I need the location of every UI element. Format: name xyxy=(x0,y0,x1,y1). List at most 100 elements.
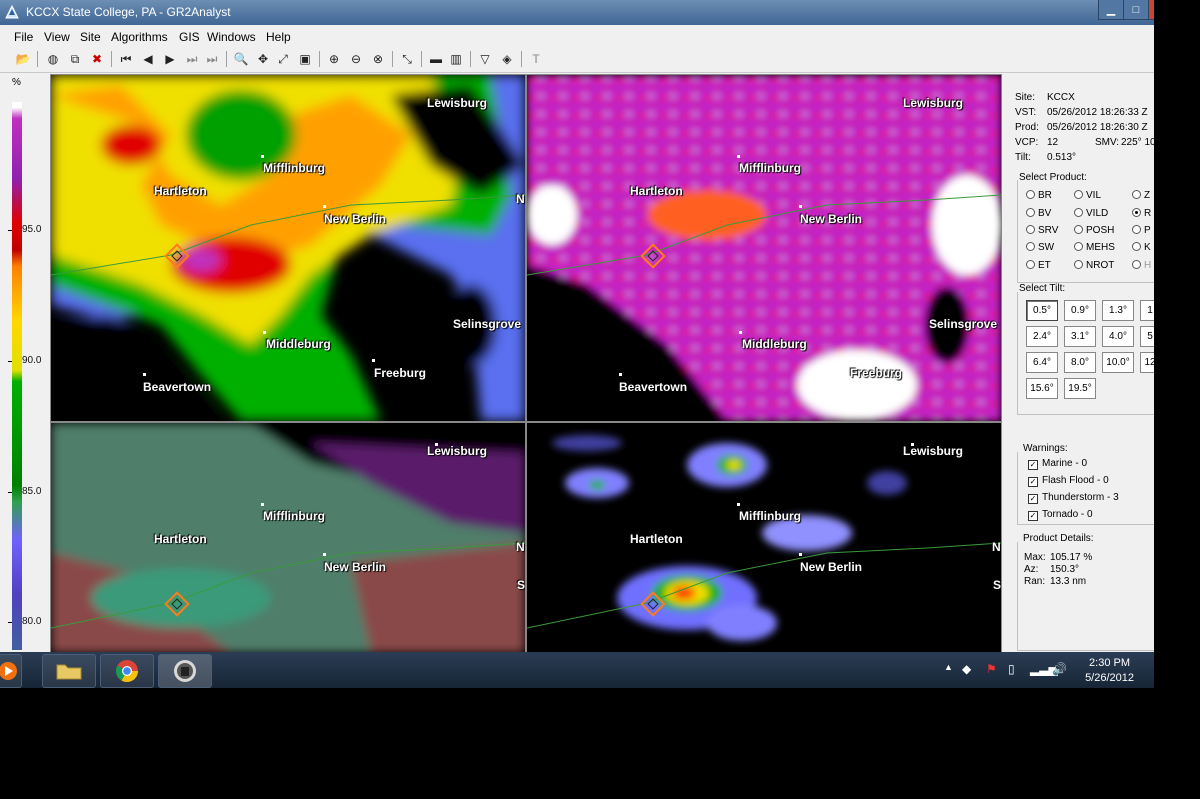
az-label: Az: xyxy=(1024,564,1039,575)
city-label-beavertown: Beavertown xyxy=(143,380,212,394)
tilt-button-0.5[interactable]: 0.5° xyxy=(1026,300,1058,321)
radar-panel-velocity[interactable]: Lewisburg Mifflinburg Hartleton New Berl… xyxy=(50,422,526,654)
city-label-middleburg: Middleburg xyxy=(266,337,331,351)
tilt-button-8.0[interactable]: 8.0° xyxy=(1064,352,1096,373)
tilt-button-3.1[interactable]: 3.1° xyxy=(1064,326,1096,347)
product-radio-sw[interactable]: SW xyxy=(1026,242,1054,253)
layers-icon[interactable]: ▣ xyxy=(296,50,314,68)
warning-filter-icon[interactable]: ▽ xyxy=(476,50,494,68)
tilt-button-1.3[interactable]: 1.3° xyxy=(1102,300,1134,321)
previous-frame-icon[interactable]: ◀ xyxy=(139,50,157,68)
product-radio-z[interactable]: Z xyxy=(1132,190,1150,201)
tilt-button-19.5[interactable]: 19.5° xyxy=(1064,378,1096,399)
menu-file[interactable]: File xyxy=(14,30,33,44)
menu-help[interactable]: Help xyxy=(266,30,291,44)
copy-icon[interactable]: ⧉ xyxy=(66,50,84,68)
zoom-icon[interactable]: 🔍 xyxy=(232,50,250,68)
menu-algorithms[interactable]: Algorithms xyxy=(111,30,168,44)
tray-action-center-icon[interactable]: ⚑ xyxy=(986,662,997,676)
city-label-mifflinburg: Mifflinburg xyxy=(263,161,325,175)
product-radio-vil[interactable]: VIL xyxy=(1074,190,1101,201)
window-title: KCCX State College, PA - GR2Analyst xyxy=(26,5,231,19)
folder-icon xyxy=(56,664,82,680)
single-pane-icon[interactable]: ▬ xyxy=(427,50,445,68)
product-radio-p[interactable]: P xyxy=(1132,225,1151,236)
tilt-button-6.4[interactable]: 6.4° xyxy=(1026,352,1058,373)
legend-tick: 90.0 xyxy=(22,355,42,366)
tray-volume-icon[interactable]: 🔊 xyxy=(1052,662,1067,676)
delete-layer-icon[interactable]: ✖ xyxy=(88,50,106,68)
vst-label: VST: xyxy=(1015,107,1037,118)
tilt-button-0.9[interactable]: 0.9° xyxy=(1064,300,1096,321)
minimize-button[interactable]: ▁ xyxy=(1098,0,1124,20)
tilt-button-4.0[interactable]: 4.0° xyxy=(1102,326,1134,347)
taskbar-explorer[interactable] xyxy=(42,654,96,688)
play-icon[interactable]: ▶ xyxy=(161,50,179,68)
tilt-button-5.1[interactable]: 5 xyxy=(1140,326,1154,347)
taskbar-clock[interactable]: 2:30 PM 5/26/2012 xyxy=(1085,656,1134,686)
tilt-button-1.8[interactable]: 1 xyxy=(1140,300,1154,321)
zoom-out-icon[interactable]: ⊖ xyxy=(347,50,365,68)
cursor-link-icon[interactable]: ⤡ xyxy=(398,50,416,68)
product-radio-vild[interactable]: VILD xyxy=(1074,208,1108,219)
taskbar-gr2analyst[interactable] xyxy=(158,654,212,688)
smv-label: SMV: xyxy=(1095,137,1120,148)
radar-panel-hail[interactable]: Lewisburg Mifflinburg Hartleton New Berl… xyxy=(526,422,1002,654)
split-pane-icon[interactable]: ▥ xyxy=(447,50,465,68)
radar-panel-reflectivity[interactable]: Lewisburg Mifflinburg Hartleton New Berl… xyxy=(50,74,526,422)
city-label-lewisburg: Lewisburg xyxy=(903,96,964,110)
product-radio-srv[interactable]: SRV xyxy=(1026,225,1058,236)
first-frame-icon[interactable]: ⏮ xyxy=(117,50,135,68)
menu-view[interactable]: View xyxy=(44,30,70,44)
maximize-button[interactable]: □ xyxy=(1123,0,1149,20)
warning-checkbox-marine[interactable]: ✓ Marine - 0 xyxy=(1028,458,1087,470)
product-radio-k[interactable]: K xyxy=(1132,242,1151,253)
product-radio-h[interactable]: H xyxy=(1132,260,1151,271)
tilt-button-15.6[interactable]: 15.6° xyxy=(1026,378,1058,399)
product-radio-br[interactable]: BR xyxy=(1026,190,1052,201)
tilt-button-12.5[interactable]: 12 xyxy=(1140,352,1154,373)
menu-site[interactable]: Site xyxy=(80,30,101,44)
last-frame-icon[interactable]: ⏭ xyxy=(203,50,221,68)
zoom-in-icon[interactable]: ⊕ xyxy=(325,50,343,68)
select-tilt-group: 0.5° 0.9° 1.3° 1 2.4° 3.1° 4.0° 5 6.4° 8… xyxy=(1017,292,1154,415)
warning-checkbox-flash-flood[interactable]: ✓ Flash Flood - 0 xyxy=(1028,475,1109,487)
product-radio-nrot[interactable]: NROT xyxy=(1074,260,1114,271)
product-radio-et[interactable]: ET xyxy=(1026,260,1051,271)
pan-icon[interactable]: ✥ xyxy=(254,50,272,68)
radar-panel-correlation[interactable]: Lewisburg Mifflinburg Hartleton New Berl… xyxy=(526,74,1002,422)
tray-expand-icon[interactable]: ▲ xyxy=(944,662,953,672)
taskbar-media-player[interactable] xyxy=(0,654,22,688)
taskbar-chrome[interactable] xyxy=(100,654,154,688)
open-folder-icon[interactable]: 📂 xyxy=(14,50,32,68)
tilt-button-10.0[interactable]: 10.0° xyxy=(1102,352,1134,373)
tray-network-diamond-icon[interactable]: ◆ xyxy=(962,662,971,676)
site-label: Site: xyxy=(1015,92,1036,103)
product-radio-bv[interactable]: BV xyxy=(1026,208,1051,219)
city-label-edge-n: N xyxy=(992,540,1001,554)
zoom-reset-icon[interactable]: ⊗ xyxy=(369,50,387,68)
warning-checkbox-thunderstorm[interactable]: ✓ Thunderstorm - 3 xyxy=(1028,492,1119,504)
product-radio-posh[interactable]: POSH xyxy=(1074,225,1114,236)
gr2analyst-taskbar-icon xyxy=(174,660,196,682)
placefile-icon[interactable]: ◈ xyxy=(498,50,516,68)
text-tool-icon[interactable]: T xyxy=(527,50,545,68)
next-frame-icon[interactable]: ⏭ xyxy=(183,50,201,68)
menu-gis[interactable]: GIS xyxy=(179,30,200,44)
close-button[interactable] xyxy=(1148,0,1154,20)
site-globe-icon[interactable]: ◍ xyxy=(44,50,62,68)
toolbar: 📂 ◍ ⧉ ✖ ⏮ ◀ ▶ ⏭ ⏭ 🔍 ✥ ⤢ ▣ ⊕ ⊖ ⊗ ⤡ ▬ ▥ ▽ … xyxy=(0,46,1154,73)
tilt-button-2.4[interactable]: 2.4° xyxy=(1026,326,1058,347)
menu-windows[interactable]: Windows xyxy=(207,30,256,44)
city-label-new-berlin: New Berlin xyxy=(800,212,863,226)
measure-icon[interactable]: ⤢ xyxy=(274,50,292,68)
select-product-group: BR BV SRV SW ET VIL VILD POSH MEHS NROT … xyxy=(1017,180,1154,283)
product-radio-r[interactable]: R xyxy=(1132,208,1151,219)
product-radio-mehs[interactable]: MEHS xyxy=(1074,242,1115,253)
warning-checkbox-tornado[interactable]: ✓ Tornado - 0 xyxy=(1028,509,1093,521)
gr2analyst-app-icon xyxy=(5,5,19,19)
site-value: KCCX xyxy=(1047,92,1075,103)
reflectivity-map xyxy=(51,75,525,421)
tray-device-icon[interactable]: ▯ xyxy=(1008,662,1015,676)
az-value: 150.3° xyxy=(1050,564,1080,575)
